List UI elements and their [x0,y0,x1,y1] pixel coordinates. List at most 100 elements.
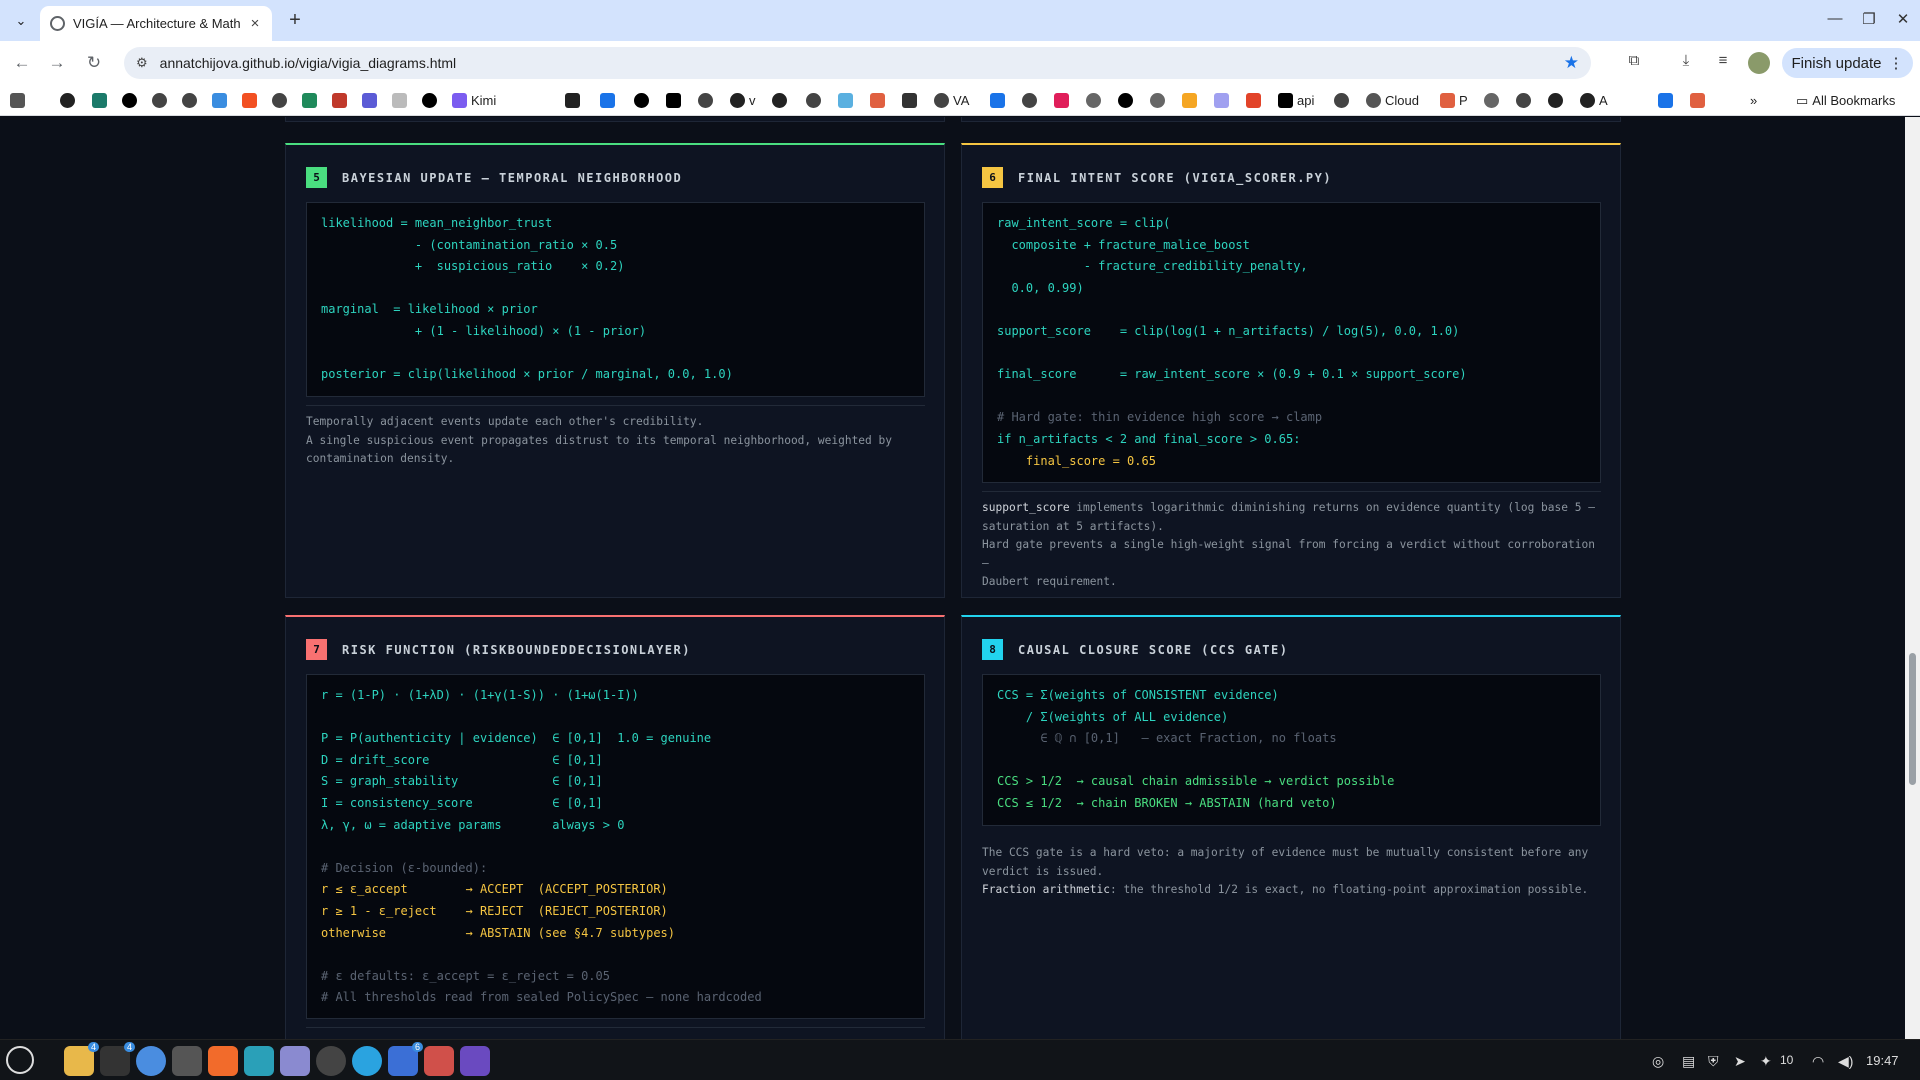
bookmark-icon[interactable] [122,92,137,109]
brave-icon[interactable] [208,1046,238,1076]
reload-icon[interactable]: ↻ [82,51,106,75]
bookmark-star-icon[interactable]: ★ [1564,53,1579,73]
apps-icon[interactable] [10,92,25,109]
bookmark-icon[interactable] [152,92,167,109]
shield-tray-icon[interactable]: ⛨ [1708,1053,1719,1070]
bookmark-icon[interactable] [902,92,917,109]
close-window-icon[interactable]: ✕ [1891,10,1915,28]
forward-icon[interactable]: → [45,51,69,75]
bookmark-label: VA [953,93,970,108]
bookmark-icon[interactable] [60,92,75,109]
download-icon[interactable]: ⤓ [1674,52,1698,74]
clipboard-tray-icon[interactable]: ▤ [1682,1053,1695,1070]
bookmark-icon[interactable] [362,92,377,109]
bookmark-icon[interactable] [806,92,821,109]
more-bookmarks-icon[interactable]: » [1750,92,1757,109]
bookmark-icon[interactable] [92,92,107,109]
bookmark-icon[interactable] [1022,92,1037,109]
chrome-icon[interactable] [136,1046,166,1076]
bookmark-kimi[interactable]: Kimi [452,92,496,109]
panel-header: 8 CAUSAL CLOSURE SCORE (CCS GATE) [982,639,1288,660]
bookmark-icon[interactable] [772,92,787,109]
bookmark-icon[interactable] [600,92,615,109]
obs-icon[interactable] [316,1046,346,1076]
bookmark-icon[interactable] [698,92,713,109]
scrollbar[interactable] [1905,117,1920,1039]
site-info-icon[interactable]: ⚙ [136,55,148,71]
screenshot-icon[interactable] [172,1046,202,1076]
extensions-icon[interactable]: ⧉ [1622,52,1646,74]
desc-line: verdict is issued. [982,864,1104,878]
photos-icon[interactable] [424,1046,454,1076]
all-bookmarks[interactable]: ▭ All Bookmarks [1796,92,1895,109]
bookmark-icon[interactable] [302,92,317,109]
code-line: likelihood = mean_neighbor_trust [321,216,553,230]
bookmark-icon[interactable] [1690,92,1705,109]
bookmark-icon[interactable] [422,92,437,109]
bookmark-icon[interactable] [1150,92,1165,109]
new-tab-icon[interactable]: + [282,8,308,34]
desc-keyword: support_score [982,501,1070,514]
bookmark-cloud[interactable]: Cloud [1366,92,1419,109]
finish-update-button[interactable]: Finish update ⋮ [1782,48,1913,78]
bookmark-icon[interactable] [838,92,853,109]
clock[interactable]: 19:47 [1866,1053,1899,1068]
code-comment: ∈ ℚ ∩ [0,1] — exact Fraction, no floats [997,731,1337,746]
tab-title: VIGÍA — Architecture & Math [73,16,240,31]
bookmark-p[interactable]: P [1440,92,1468,109]
telegram-icon[interactable] [352,1046,382,1076]
panel-description: The CCS gate is a hard veto: a majority … [982,844,1601,900]
bookmark-api[interactable]: api [1278,92,1314,109]
code-line: + suspicious_ratio × 0.2) [321,259,625,274]
bookmark-icon[interactable] [1548,92,1563,109]
bookmark-icon[interactable] [392,92,407,109]
bookmark-icon[interactable] [666,92,681,109]
bookmark-icon[interactable] [870,92,885,109]
bookmark-v[interactable]: v [730,92,756,109]
obs-tray-icon[interactable]: ◎ [1652,1053,1664,1070]
minimize-icon[interactable]: — [1823,10,1847,27]
bookmark-icon[interactable] [1484,92,1499,109]
editor-icon[interactable] [280,1046,310,1076]
bookmark-a[interactable]: A [1580,92,1608,109]
active-tab[interactable]: VIGÍA — Architecture & Math × [40,6,272,41]
url-text: annatchijova.github.io/vigia/vigia_diagr… [159,55,457,71]
bookmark-icon[interactable] [990,92,1005,109]
media-icon[interactable]: ≡ [1711,52,1735,74]
bookmark-icon[interactable] [1334,92,1349,109]
bookmark-icon[interactable] [1086,92,1101,109]
bookmark-icon[interactable] [1246,92,1261,109]
tab-search-icon[interactable]: ⌄ [10,10,32,32]
back-icon[interactable]: ← [10,51,34,75]
bookmark-icon[interactable] [1658,92,1673,109]
bookmark-icon[interactable] [212,92,227,109]
bookmark-va[interactable]: VA [934,92,969,109]
bookmark-icon[interactable] [634,92,649,109]
bookmark-icon[interactable] [1516,92,1531,109]
volume-icon[interactable]: ◀) [1838,1053,1853,1070]
bookmark-icon[interactable] [332,92,347,109]
desc-text: implements logarithmic diminishing retur… [1069,501,1595,514]
monitor-icon[interactable] [244,1046,274,1076]
video-icon[interactable] [460,1046,490,1076]
notification-tray-icon[interactable]: ✦ [1760,1053,1772,1070]
wifi-icon[interactable]: ◠ [1812,1053,1824,1070]
bookmark-icon[interactable] [1182,92,1197,109]
bookmark-icon[interactable] [1214,92,1229,109]
bookmark-icon[interactable] [272,92,287,109]
bookmark-icon[interactable] [1054,92,1069,109]
tab-close-icon[interactable]: × [248,15,262,32]
bookmark-icon[interactable] [242,92,257,109]
start-menu-icon[interactable] [6,1046,34,1074]
bookmark-icon[interactable] [565,92,580,109]
scrollbar-thumb[interactable] [1909,653,1916,785]
panel-number: 7 [306,639,327,660]
restore-icon[interactable]: ❐ [1857,10,1881,28]
address-bar[interactable]: ⚙ annatchijova.github.io/vigia/vigia_dia… [124,47,1591,79]
telegram-tray-icon[interactable]: ➤ [1734,1053,1746,1070]
profile-avatar[interactable] [1748,52,1770,74]
desc-line: Fraction arithmetic: the threshold 1/2 i… [982,881,1601,900]
bookmark-icon[interactable] [1118,92,1133,109]
bookmark-icon[interactable] [182,92,197,109]
